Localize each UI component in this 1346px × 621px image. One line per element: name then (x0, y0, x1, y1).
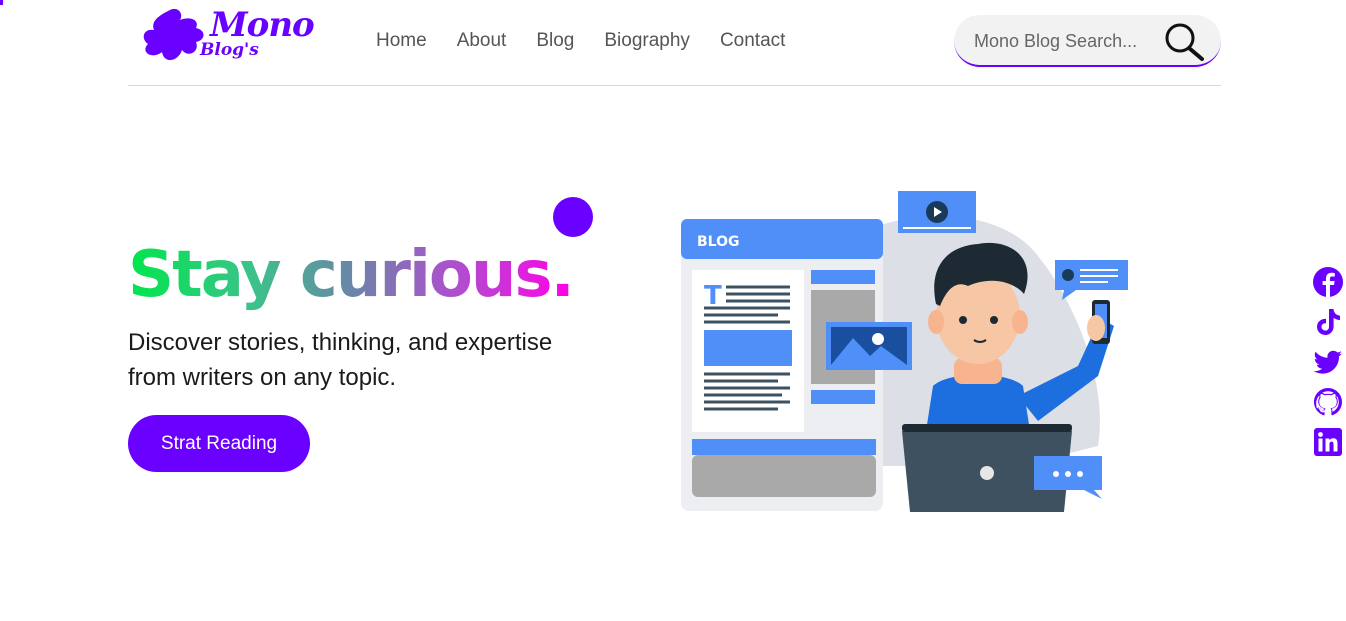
nav-biography[interactable]: Biography (604, 28, 690, 54)
start-reading-button[interactable]: Strat Reading (128, 415, 310, 472)
github-icon[interactable] (1312, 386, 1344, 418)
main-nav: Home About Blog Biography Contact (376, 28, 815, 54)
site-logo[interactable]: Mono Blog's (140, 4, 325, 66)
facebook-icon[interactable] (1312, 266, 1344, 298)
blogger-illustration: BLOG T (681, 191, 1128, 512)
logo-name: Mono (210, 5, 315, 45)
corner-mark (0, 0, 3, 5)
decorative-dot (553, 197, 593, 237)
logo-subtitle: Blog's (200, 40, 259, 60)
nav-contact[interactable]: Contact (720, 28, 785, 54)
twitter-icon[interactable] (1312, 346, 1344, 378)
magnifier-icon[interactable] (1162, 21, 1208, 61)
blog-label: BLOG (697, 234, 740, 250)
linkedin-icon[interactable] (1312, 426, 1344, 458)
logo-blob-icon (143, 8, 204, 61)
tiktok-icon[interactable] (1312, 306, 1344, 338)
nav-blog[interactable]: Blog (536, 28, 574, 54)
hero-description: Discover stories, thinking, and expertis… (128, 329, 553, 391)
nav-about[interactable]: About (457, 28, 507, 54)
search-box (954, 15, 1221, 67)
hero-title: Stay curious. (128, 238, 575, 312)
nav-home[interactable]: Home (376, 28, 427, 54)
search-input[interactable] (974, 28, 1159, 54)
site-header: Mono Blog's Home About Blog Biography Co… (128, 0, 1221, 86)
social-links (1312, 266, 1344, 466)
